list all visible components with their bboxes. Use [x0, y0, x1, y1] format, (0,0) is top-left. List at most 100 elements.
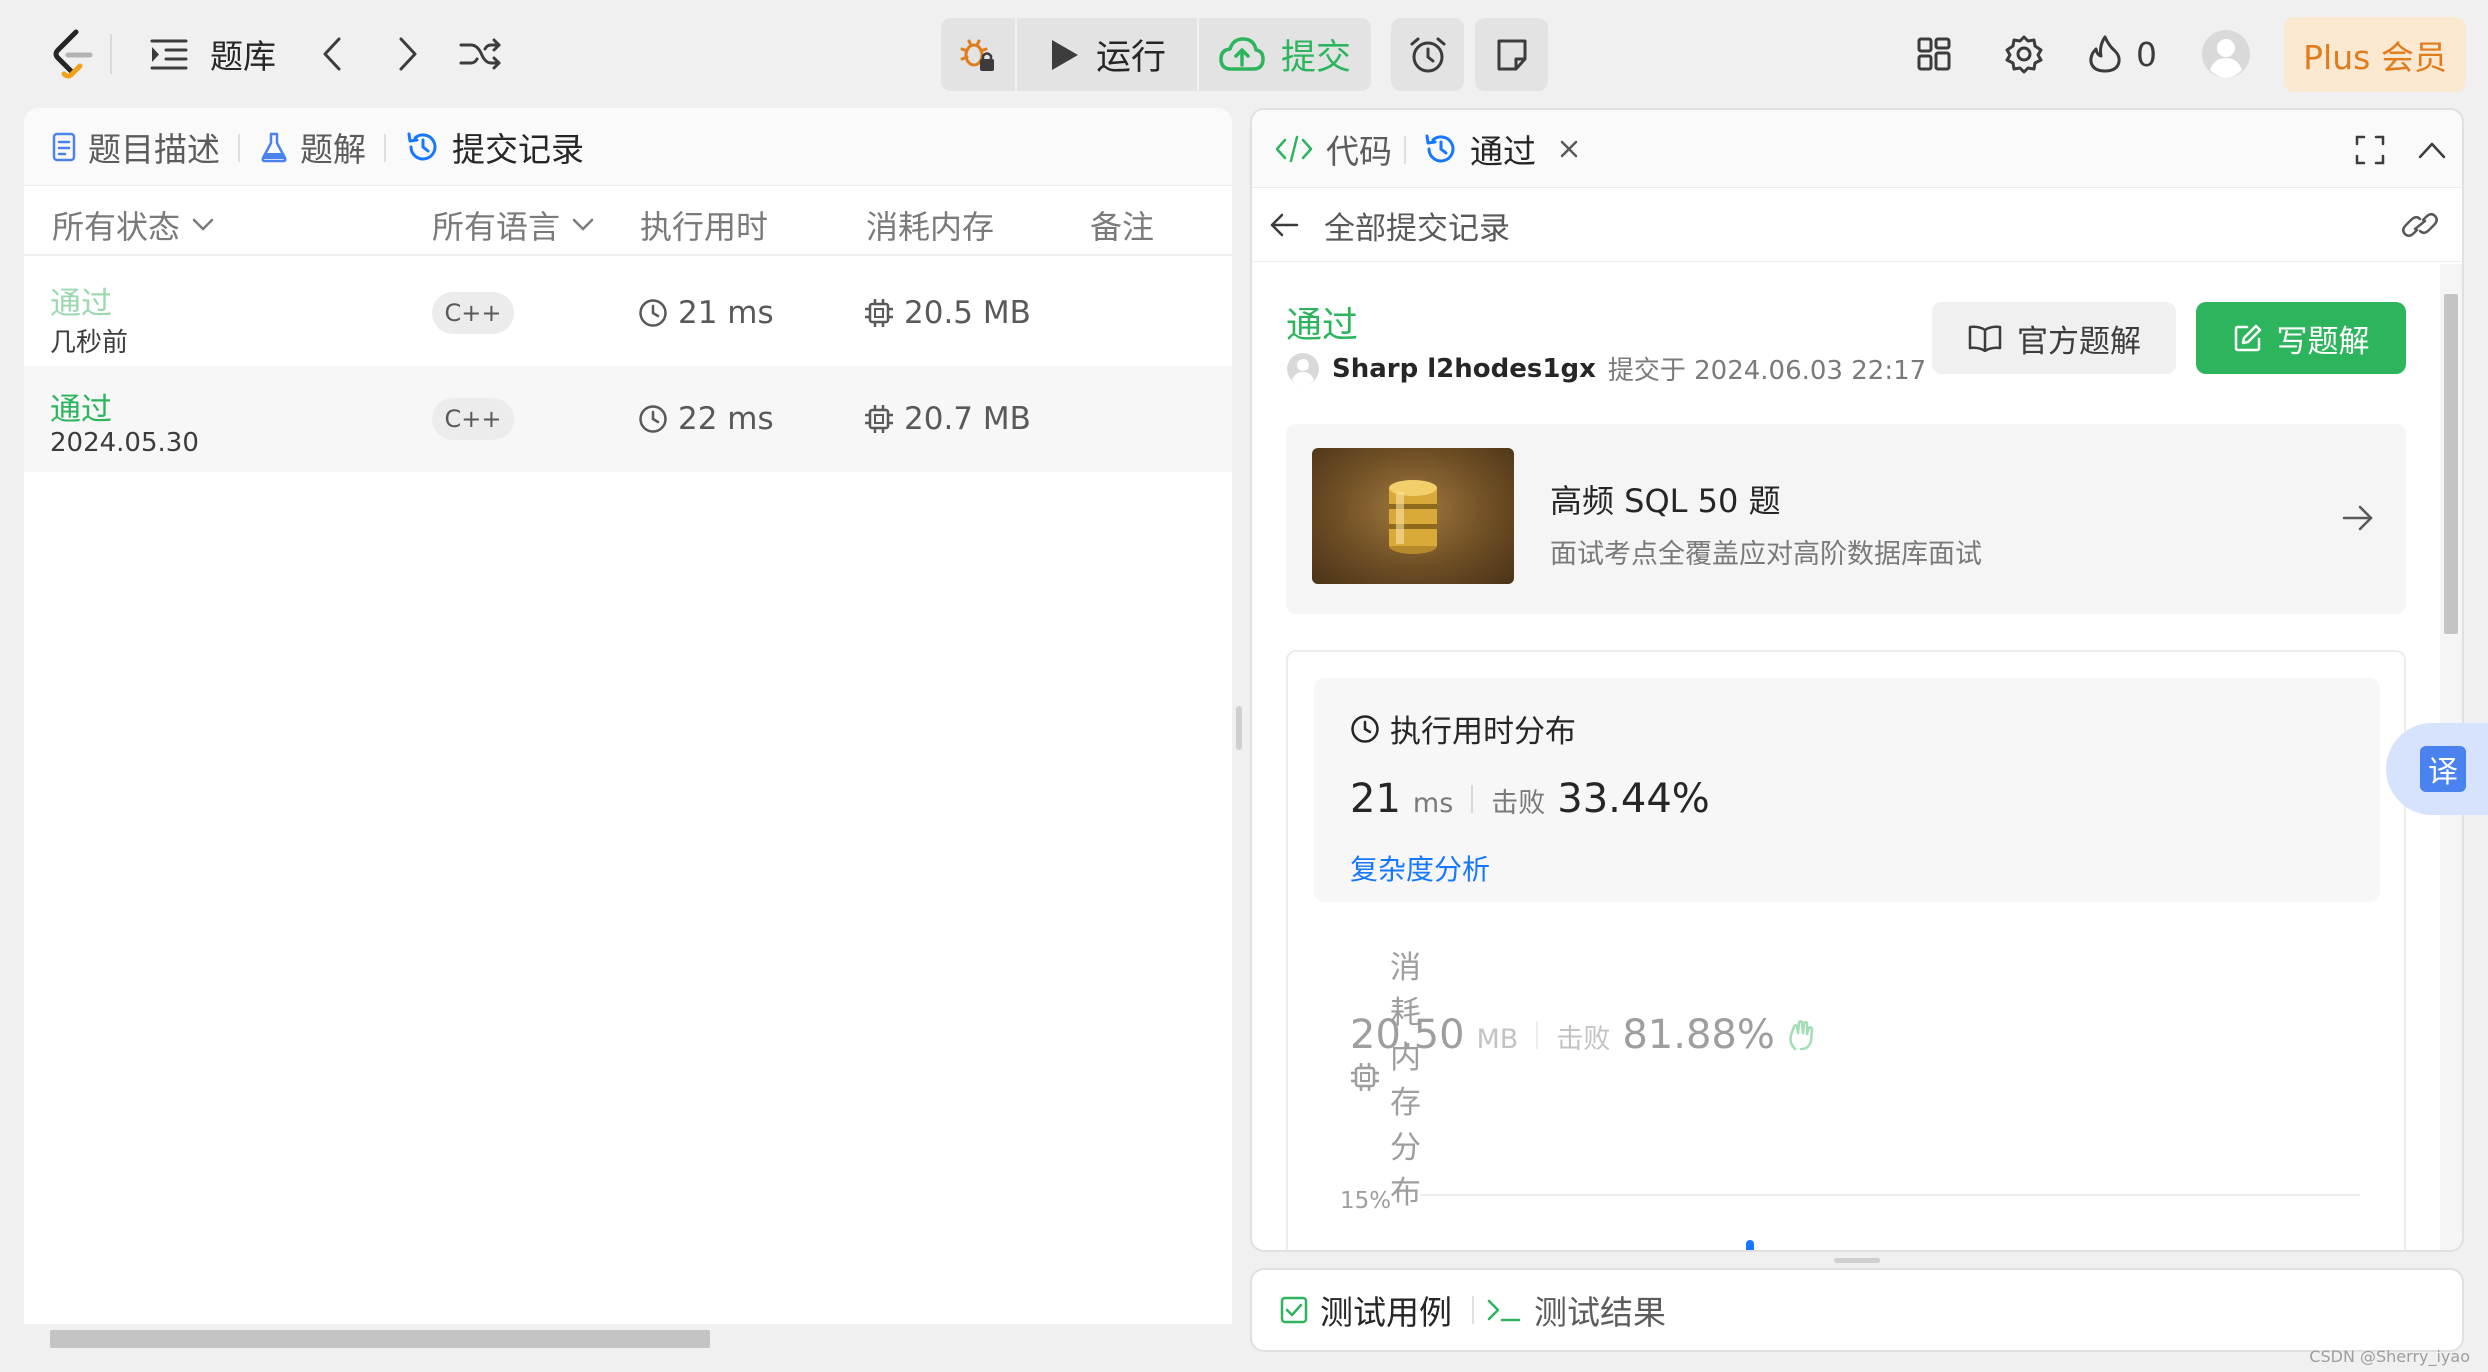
clock-icon — [638, 404, 668, 434]
tab-testresult[interactable]: 测试结果 — [1486, 1270, 1666, 1350]
translate-button[interactable]: 译 — [2386, 723, 2488, 815]
submitted-time: 提交于 2024.06.03 22:17 — [1607, 356, 1927, 386]
debug-icon — [958, 35, 998, 75]
history-icon — [1424, 132, 1458, 166]
promo-card[interactable]: 高频 SQL 50 题 面试考点全覆盖应对高阶数据库面试 — [1286, 424, 2406, 614]
chevron-down-icon — [572, 218, 594, 232]
plus-label: Plus 会员 — [2303, 37, 2447, 77]
write-solution-button[interactable]: 写题解 — [2196, 302, 2406, 374]
chart-bar[interactable] — [1746, 1240, 1754, 1250]
memory-unit: MB — [1476, 1024, 1519, 1055]
username[interactable]: Sharp l2hodes1gx — [1332, 354, 1596, 384]
collapse-icon[interactable] — [2412, 130, 2452, 170]
runtime-stats: 21 ms 击败 33.44% — [1350, 776, 1710, 822]
memory-stats: 20.50 MB 击败 81.88% — [1350, 1012, 2050, 1058]
promo-title: 高频 SQL 50 题 — [1550, 482, 1781, 520]
edit-icon — [2233, 323, 2263, 353]
submit-button[interactable]: 提交 — [1199, 18, 1371, 91]
tab-submissions[interactable]: 提交记录 — [406, 108, 584, 186]
memory-value: 20.5 MB — [864, 260, 1031, 366]
runtime-value: 22 ms — [638, 366, 774, 472]
tab-label: 提交记录 — [452, 130, 584, 169]
column-label: 所有状态 — [52, 208, 181, 246]
clock-icon — [638, 298, 668, 328]
status-filter[interactable]: 所有状态 — [52, 194, 214, 256]
tab-divider — [384, 134, 386, 162]
gear-icon[interactable] — [2000, 30, 2048, 78]
table-row[interactable]: 通过 几秒前 C++ 21 ms 20.5 MB — [24, 260, 1232, 366]
plus-membership-button[interactable]: Plus 会员 — [2284, 17, 2466, 92]
column-label: 所有语言 — [432, 208, 561, 246]
beats-percent: 33.44% — [1557, 776, 1710, 822]
run-button[interactable]: 运行 — [1017, 18, 1197, 91]
link-icon[interactable] — [2400, 206, 2440, 244]
runtime-distribution[interactable]: 执行用时分布 21 ms 击败 33.44% 复杂度分析 — [1314, 678, 2380, 902]
debug-button[interactable] — [941, 18, 1015, 91]
chevron-right-icon[interactable] — [388, 34, 428, 74]
tab-testcase[interactable]: 测试用例 — [1280, 1270, 1452, 1350]
notes-column-header: 备注 — [1090, 208, 1155, 246]
result-status: 通过 — [1286, 305, 1359, 346]
tab-description[interactable]: 题目描述 — [52, 108, 220, 186]
problemset-button[interactable]: 题库 — [150, 32, 276, 76]
runtime-column-header: 执行用时 — [640, 208, 769, 246]
table-header: 所有状态 所有语言 执行用时 消耗内存 备注 — [24, 194, 1232, 256]
avatar-icon[interactable] — [2200, 28, 2252, 80]
divider — [110, 34, 112, 74]
memory-value: 20.7 MB — [864, 366, 1031, 472]
back-to-submissions[interactable]: 全部提交记录 — [1268, 206, 1510, 247]
database-icon — [1389, 480, 1437, 554]
distribution-card: 执行用时分布 21 ms 击败 33.44% 复杂度分析 消耗内存分布 20.5… — [1286, 650, 2406, 1250]
problemset-label: 题库 — [210, 37, 276, 76]
button-label: 写题解 — [2276, 323, 2370, 360]
tab-code[interactable]: 代码 — [1274, 110, 1392, 188]
expand-icon[interactable] — [2350, 130, 2390, 170]
language-badge: C++ — [432, 292, 514, 334]
leetcode-logo-icon[interactable] — [48, 26, 96, 82]
runtime-number: 21 — [1350, 776, 1401, 822]
runtime-value: 21 ms — [638, 260, 774, 366]
watermark: CSDN @Sherry_iyao — [2309, 1347, 2470, 1366]
shuffle-icon[interactable] — [456, 34, 504, 74]
layout-icon[interactable] — [1910, 30, 1958, 78]
terminal-icon — [1486, 1296, 1522, 1324]
submission-detail-panel: 代码 通过 全部提交记录 通过 Sharp l2hodes1gx 提交于 202… — [1250, 108, 2464, 1252]
tab-solutions[interactable]: 题解 — [260, 108, 366, 186]
submission-time: 几秒前 — [50, 328, 129, 358]
cpu-icon — [864, 298, 894, 328]
streak-counter[interactable]: 0 — [2088, 28, 2157, 80]
official-solution-button[interactable]: 官方题解 — [1932, 302, 2176, 374]
tab-result[interactable]: 通过 — [1424, 110, 1580, 188]
fire-icon — [2088, 34, 2122, 74]
panel-resize-handle[interactable] — [1236, 706, 1242, 750]
promo-image — [1312, 448, 1514, 584]
table-row[interactable]: 通过 2024.05.30 C++ 22 ms 20.7 MB — [24, 366, 1232, 472]
submissions-panel: 题目描述 题解 提交记录 所有状态 所有语言 执行用时 消耗内存 备注 通过 几… — [24, 108, 1232, 1352]
top-navbar: 题库 运行 提交 0 Plus 会员 — [0, 0, 2488, 108]
book-icon — [1967, 324, 2003, 352]
avatar[interactable] — [1286, 352, 1320, 386]
console-panel: 测试用例 测试结果 — [1250, 1268, 2464, 1352]
scrollbar-thumb[interactable] — [2444, 294, 2458, 634]
code-icon — [1274, 134, 1314, 164]
language-filter[interactable]: 所有语言 — [432, 194, 594, 256]
scrollbar-thumb[interactable] — [50, 1330, 710, 1348]
status-badge[interactable]: 通过 — [50, 384, 112, 429]
cpu-icon — [864, 404, 894, 434]
chart-gridline — [1420, 1194, 2360, 1196]
complexity-analysis-link[interactable]: 复杂度分析 — [1350, 848, 1490, 888]
chevron-down-icon — [192, 218, 214, 232]
tab-label: 测试用例 — [1320, 1293, 1452, 1332]
tab-label: 测试结果 — [1534, 1293, 1666, 1332]
panel-resize-handle[interactable] — [1834, 1258, 1880, 1263]
status-badge[interactable]: 通过 — [50, 278, 112, 323]
chevron-left-icon[interactable] — [312, 34, 352, 74]
left-tabbar: 题目描述 题解 提交记录 — [24, 108, 1232, 186]
close-icon[interactable] — [1558, 138, 1580, 160]
play-icon — [1048, 38, 1080, 72]
horizontal-scrollbar[interactable] — [24, 1324, 1232, 1352]
tab-divider — [1472, 1296, 1474, 1324]
right-tabbar: 代码 通过 — [1252, 110, 2462, 188]
checkbox-icon — [1280, 1296, 1308, 1324]
note-icon — [1475, 18, 1548, 91]
